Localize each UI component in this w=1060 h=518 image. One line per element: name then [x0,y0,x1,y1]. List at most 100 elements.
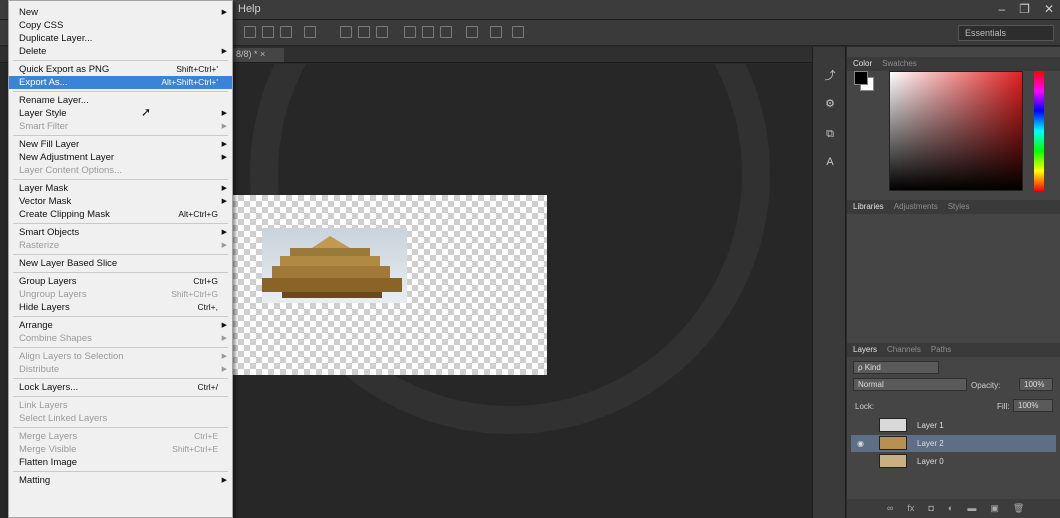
fx-icon[interactable]: fx [907,503,914,514]
menu-item-new-layer-based-slice[interactable]: New Layer Based Slice [9,257,232,270]
window-controls: – ❐ ✕ [998,2,1054,16]
align-left-icon[interactable] [244,26,256,38]
menu-item-label: Layer Content Options... [19,165,122,176]
layer-row-layer-2[interactable]: ◉ Layer 2 [851,435,1056,452]
tab-swatches[interactable]: Swatches [882,59,917,69]
align-center-icon[interactable] [262,26,274,38]
document-tab[interactable]: 8/8) * × [232,48,284,62]
folder-icon[interactable]: ▬ [967,503,976,514]
menu-item-flatten-image[interactable]: Flatten Image [9,456,232,469]
tab-layers[interactable]: Layers [853,345,877,355]
menu-item-group-layers[interactable]: Group Layers Ctrl+G [9,275,232,288]
menu-separator [13,135,228,136]
menu-item-label: Arrange [19,320,53,331]
menu-item-new-fill-layer[interactable]: New Fill Layer ▶ [9,138,232,151]
distribute-h-icon[interactable] [404,26,416,38]
layer-row-layer-1[interactable]: Layer 1 [851,417,1056,434]
restore-icon[interactable]: ❐ [1019,2,1030,16]
minimize-icon[interactable]: – [998,2,1005,16]
menu-item-shortcut: Shift+Ctrl+E [172,444,218,454]
menu-item-merge-visible: Merge Visible Shift+Ctrl+E [9,443,232,456]
3d-mode-icon[interactable] [490,26,502,38]
menu-help[interactable]: Help [238,3,261,15]
workspace-switcher[interactable]: Essentials [958,25,1054,41]
align-bottom-icon[interactable] [358,26,370,38]
menu-item-shortcut: Ctrl+G [193,276,218,286]
tab-libraries[interactable]: Libraries [853,202,884,212]
menu-separator [13,471,228,472]
hue-slider[interactable] [1034,71,1044,191]
properties-icon[interactable]: ⚙ [821,95,839,113]
menu-item-new[interactable]: New ▶ [9,6,232,19]
menu-item-link-layers: Link Layers [9,399,232,412]
menu-separator [13,396,228,397]
menu-separator [13,316,228,317]
history-icon[interactable]: ⤴ [821,67,839,85]
close-icon[interactable]: ✕ [1044,2,1054,16]
layer-thumbnail [879,418,907,432]
menu-item-layer-style[interactable]: Layer Style ▶ [9,107,232,120]
tab-adjustments[interactable]: Adjustments [894,202,938,212]
blend-mode-select[interactable]: Normal [853,378,967,391]
menu-item-new-adjustment-layer[interactable]: New Adjustment Layer ▶ [9,151,232,164]
distribute-right-icon[interactable] [440,26,452,38]
fill-field[interactable]: 100% [1013,399,1053,412]
3d-rotate-icon[interactable] [512,26,524,38]
auto-align-icon[interactable] [466,26,478,38]
submenu-arrow-icon: ▶ [221,154,227,161]
tab-styles[interactable]: Styles [948,202,970,212]
tab-paths[interactable]: Paths [931,345,951,355]
new-layer-icon[interactable]: ▣ [990,503,999,514]
submenu-arrow-icon: ▶ [221,198,227,205]
menu-item-matting[interactable]: Matting ▶ [9,474,232,487]
layer-row-layer-0[interactable]: Layer 0 [851,453,1056,470]
lock-label: Lock: [855,402,875,411]
submenu-arrow-icon: ▶ [221,322,227,329]
menu-item-delete[interactable]: Delete ▶ [9,45,232,58]
color-panel-tabs: Color Swatches [847,57,1060,71]
menu-item-smart-filter: Smart Filter ▶ [9,120,232,133]
foreground-color-swatch[interactable] [854,71,868,85]
menu-item-arrange[interactable]: Arrange ▶ [9,319,232,332]
submenu-arrow-icon: ▶ [221,242,227,249]
opacity-field[interactable]: 100% [1019,378,1053,391]
layer-thumbnail [879,454,907,468]
color-field[interactable] [889,71,1023,191]
mask-icon[interactable]: ◘ [928,503,933,514]
adjustment-icon[interactable]: ◐ [948,503,953,514]
menu-item-align-layers-to-selection: Align Layers to Selection ▶ [9,350,232,363]
menu-item-label: Ungroup Layers [19,289,87,300]
distribute-center-icon[interactable] [422,26,434,38]
align-top-icon[interactable] [304,26,316,38]
align-right-icon[interactable] [280,26,292,38]
menu-item-lock-layers[interactable]: Lock Layers... Ctrl+/ [9,381,232,394]
menu-item-label: Link Layers [19,400,68,411]
trash-icon[interactable]: 🗑 [1013,503,1024,514]
menu-item-duplicate-layer[interactable]: Duplicate Layer... [9,32,232,45]
menu-item-label: Rasterize [19,240,60,251]
kind-filter[interactable]: ρ Kind [853,361,939,374]
submenu-arrow-icon: ▶ [221,353,227,360]
menu-item-vector-mask[interactable]: Vector Mask ▶ [9,195,232,208]
eye-icon[interactable]: ◉ [857,439,864,448]
character-icon[interactable]: A [821,153,839,171]
menu-item-shortcut: Ctrl+/ [197,382,218,392]
tab-channels[interactable]: Channels [887,345,921,355]
clone-source-icon[interactable]: ⧉ [821,125,839,143]
menu-item-label: Layer Mask [19,183,69,194]
menu-item-hide-layers[interactable]: Hide Layers Ctrl+, [9,301,232,314]
align-middle-icon[interactable] [340,26,352,38]
menu-item-copy-css[interactable]: Copy CSS [9,19,232,32]
menu-item-quick-export-as-png[interactable]: Quick Export as PNG Shift+Ctrl+' [9,63,232,76]
menu-item-smart-objects[interactable]: Smart Objects ▶ [9,226,232,239]
link-icon[interactable]: ∞ [887,503,893,514]
menu-item-rename-layer[interactable]: Rename Layer... [9,94,232,107]
menu-item-layer-mask[interactable]: Layer Mask ▶ [9,182,232,195]
distribute-top-icon[interactable] [376,26,388,38]
menu-item-shortcut: Ctrl+E [194,431,218,441]
menu-item-distribute: Distribute ▶ [9,363,232,376]
tab-color[interactable]: Color [853,59,872,69]
menu-item-export-as[interactable]: Export As... Alt+Shift+Ctrl+' [9,76,232,89]
menu-item-create-clipping-mask[interactable]: Create Clipping Mask Alt+Ctrl+G [9,208,232,221]
document-canvas[interactable] [232,195,547,375]
